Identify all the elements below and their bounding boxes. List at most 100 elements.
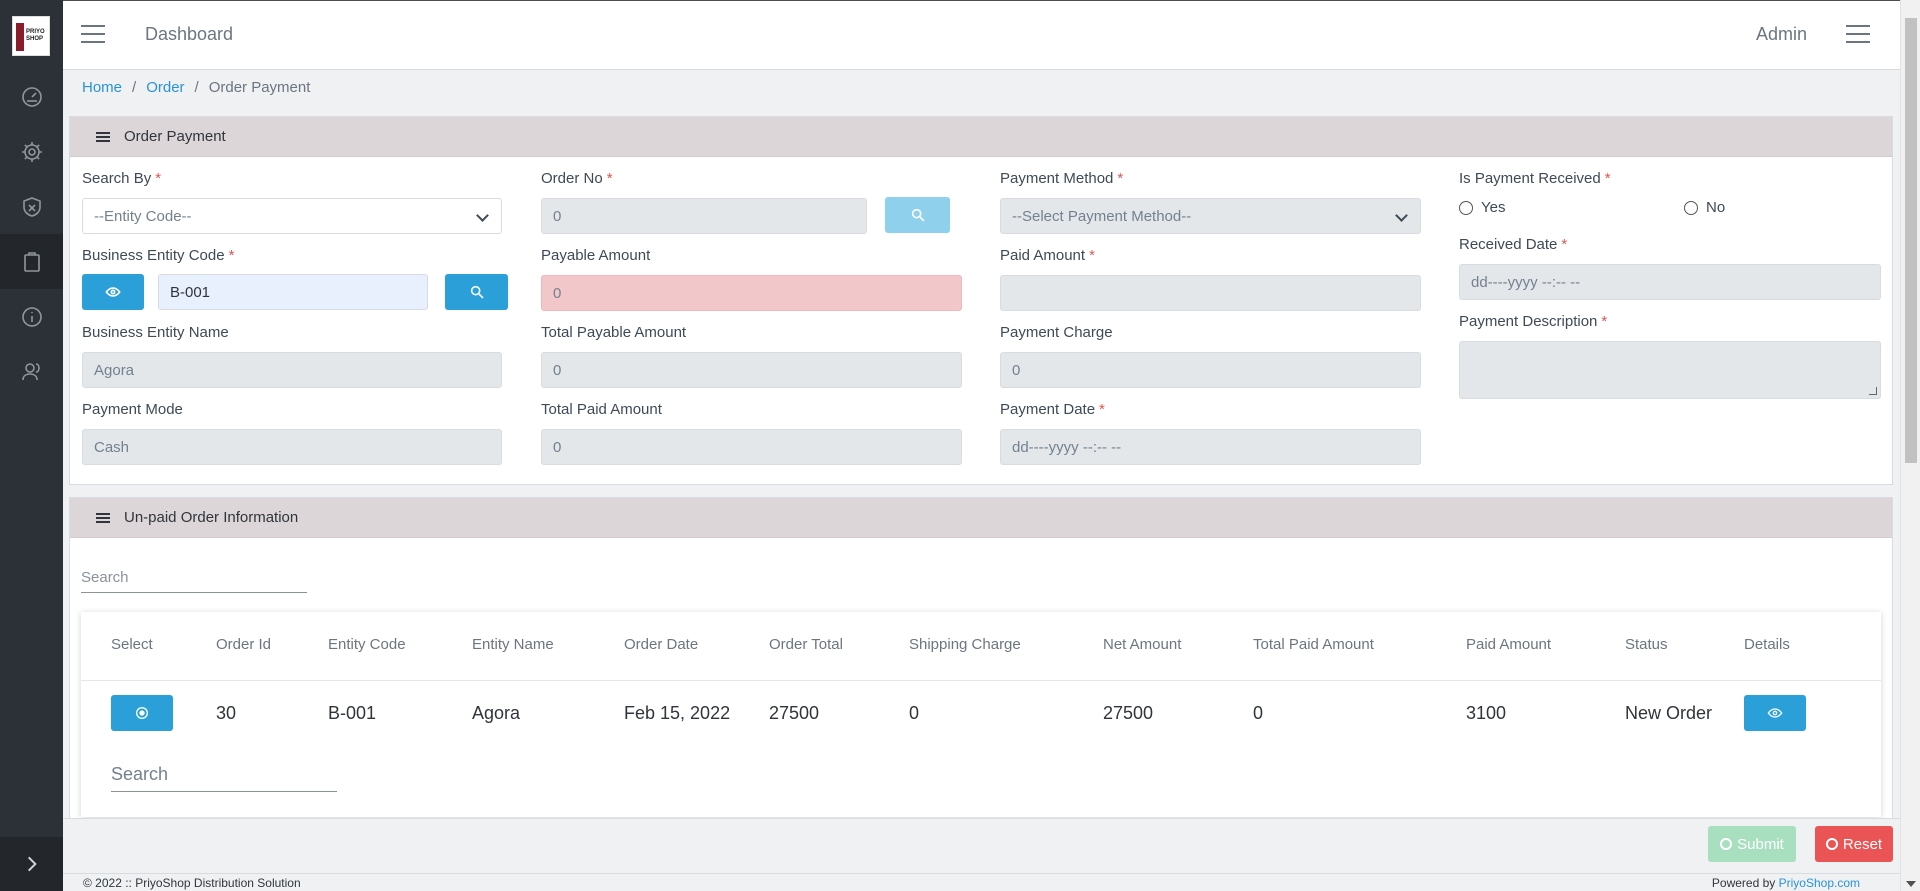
- business-entity-code-label: Business Entity Code *: [82, 247, 235, 264]
- scroll-down-arrow[interactable]: [1906, 881, 1916, 887]
- col-header: Shipping Charge: [909, 636, 1021, 653]
- order-no-input[interactable]: 0: [541, 198, 867, 234]
- total-paid-amount-cell: 0: [1253, 703, 1264, 723]
- gear-icon: [21, 141, 42, 162]
- unpaid-search-input[interactable]: Search: [81, 569, 307, 593]
- order-payment-header: Order Payment: [70, 117, 1892, 157]
- col-header: Select: [111, 636, 153, 653]
- check-circle-icon: [1720, 838, 1733, 850]
- col-header: Order Id: [216, 636, 272, 653]
- total-paid-amount-input[interactable]: 0: [541, 429, 962, 465]
- business-entity-name-input[interactable]: Agora: [82, 352, 502, 388]
- search-by-select[interactable]: --Entity Code--: [82, 198, 502, 234]
- entity-code-cell: B-001: [328, 703, 377, 723]
- col-header: Net Amount: [1103, 636, 1182, 653]
- paid-amount-input[interactable]: [1000, 275, 1421, 311]
- order-payment-card: Order Payment Search By * --Entity Code--…: [69, 116, 1893, 485]
- shield-icon: [22, 196, 41, 217]
- col-header: Status: [1625, 636, 1668, 653]
- payment-method-select[interactable]: --Select Payment Method--: [1000, 198, 1421, 234]
- payment-description-label: Payment Description *: [1459, 313, 1608, 330]
- submit-button[interactable]: Submit: [1708, 826, 1796, 862]
- col-header: Paid Amount: [1466, 636, 1552, 653]
- table-search-input[interactable]: Search: [111, 764, 337, 792]
- payment-date-input[interactable]: dd----yyyy --:-- --: [1000, 429, 1421, 465]
- payment-mode-input[interactable]: Cash: [82, 429, 502, 465]
- details-button[interactable]: [1744, 695, 1806, 731]
- chevron-right-icon: [27, 856, 37, 872]
- shipping-charge-cell: 0: [909, 703, 920, 723]
- business-entity-name-label: Business Entity Name: [82, 324, 229, 341]
- list-icon: [96, 512, 110, 523]
- search-by-label: Search By *: [82, 170, 162, 187]
- eye-icon: [105, 287, 121, 297]
- received-date-input[interactable]: dd----yyyy --:-- --: [1459, 264, 1881, 300]
- payable-amount-label: Payable Amount: [541, 247, 651, 264]
- radio-dot-icon: [136, 707, 148, 719]
- order-id-cell: 30: [216, 703, 237, 723]
- col-header: Total Paid Amount: [1253, 636, 1374, 653]
- radio-circle[interactable]: [1684, 200, 1698, 215]
- copyright-text: © 2022 :: PriyoShop Distribution Solutio…: [83, 876, 301, 890]
- col-header: Order Total: [769, 636, 843, 653]
- card-title: Un-paid Order Information: [124, 509, 299, 526]
- sidebar-item-users[interactable]: [0, 344, 63, 399]
- scrollbar-thumb[interactable]: [1905, 18, 1917, 463]
- powered-by-link[interactable]: PriyoShop.com: [1779, 876, 1860, 890]
- breadcrumb-current: Order Payment: [208, 79, 311, 96]
- radio-circle[interactable]: [1459, 200, 1473, 215]
- total-payable-amount-input[interactable]: 0: [541, 352, 962, 388]
- sidebar: PRIYO SHOP: [0, 0, 63, 891]
- col-header: Entity Name: [472, 636, 554, 653]
- col-header: Details: [1744, 636, 1790, 653]
- unpaid-orders-table: Select Order Id Entity Code Entity Name …: [81, 612, 1881, 817]
- select-row-button[interactable]: [111, 695, 173, 731]
- user-name[interactable]: Admin: [1756, 24, 1807, 45]
- payment-received-yes-radio[interactable]: Yes: [1459, 199, 1505, 216]
- col-header: Entity Code: [328, 636, 406, 653]
- menu-toggle-icon[interactable]: [81, 25, 105, 45]
- yes-label: Yes: [1481, 199, 1506, 216]
- speedometer-icon: [21, 86, 42, 107]
- breadcrumb-order[interactable]: Order: [146, 79, 184, 96]
- paid-amount-cell: 3100: [1466, 703, 1507, 723]
- search-order-button[interactable]: [885, 197, 950, 233]
- col-header: Order Date: [624, 636, 699, 653]
- payment-charge-input[interactable]: 0: [1000, 352, 1421, 388]
- vertical-scrollbar[interactable]: [1900, 0, 1920, 891]
- sidebar-item-dashboard[interactable]: [0, 69, 63, 124]
- received-date-label: Received Date *: [1459, 236, 1568, 253]
- no-label: No: [1706, 199, 1726, 216]
- view-entity-button[interactable]: [82, 274, 144, 310]
- brand-logo[interactable]: PRIYO SHOP: [12, 16, 50, 56]
- sidebar-item-security[interactable]: [0, 179, 63, 234]
- action-bar: [63, 818, 1900, 873]
- reset-button[interactable]: Reset: [1815, 826, 1893, 862]
- sidebar-item-info[interactable]: [0, 289, 63, 344]
- entity-name-cell: Agora: [472, 703, 521, 723]
- aside-menu-icon[interactable]: [1846, 25, 1870, 45]
- payment-received-no-radio[interactable]: No: [1684, 199, 1725, 216]
- search-entity-button[interactable]: [445, 274, 508, 310]
- payment-date-label: Payment Date *: [1000, 401, 1105, 418]
- top-navbar: Dashboard Admin: [63, 0, 1900, 70]
- total-paid-amount-label: Total Paid Amount: [541, 401, 662, 418]
- payment-description-textarea[interactable]: [1459, 341, 1881, 399]
- ban-icon: [1825, 838, 1838, 850]
- order-no-label: Order No *: [541, 170, 613, 187]
- status-cell: New Order: [1625, 703, 1713, 723]
- payable-amount-input[interactable]: 0: [541, 275, 962, 311]
- business-entity-code-input[interactable]: B-001: [158, 274, 428, 310]
- search-icon: [911, 208, 925, 222]
- card-title: Order Payment: [124, 128, 226, 145]
- sidebar-collapse-toggle[interactable]: [0, 837, 63, 891]
- sidebar-item-settings[interactable]: [0, 124, 63, 179]
- order-date-cell: Feb 15, 2022: [624, 703, 731, 723]
- sidebar-item-orders[interactable]: [0, 234, 63, 289]
- payment-charge-label: Payment Charge: [1000, 324, 1113, 341]
- unpaid-order-header: Un-paid Order Information: [70, 498, 1892, 538]
- header-title[interactable]: Dashboard: [145, 24, 233, 45]
- breadcrumb-home[interactable]: Home: [82, 79, 122, 96]
- search-icon: [470, 285, 484, 299]
- info-icon: [21, 306, 42, 327]
